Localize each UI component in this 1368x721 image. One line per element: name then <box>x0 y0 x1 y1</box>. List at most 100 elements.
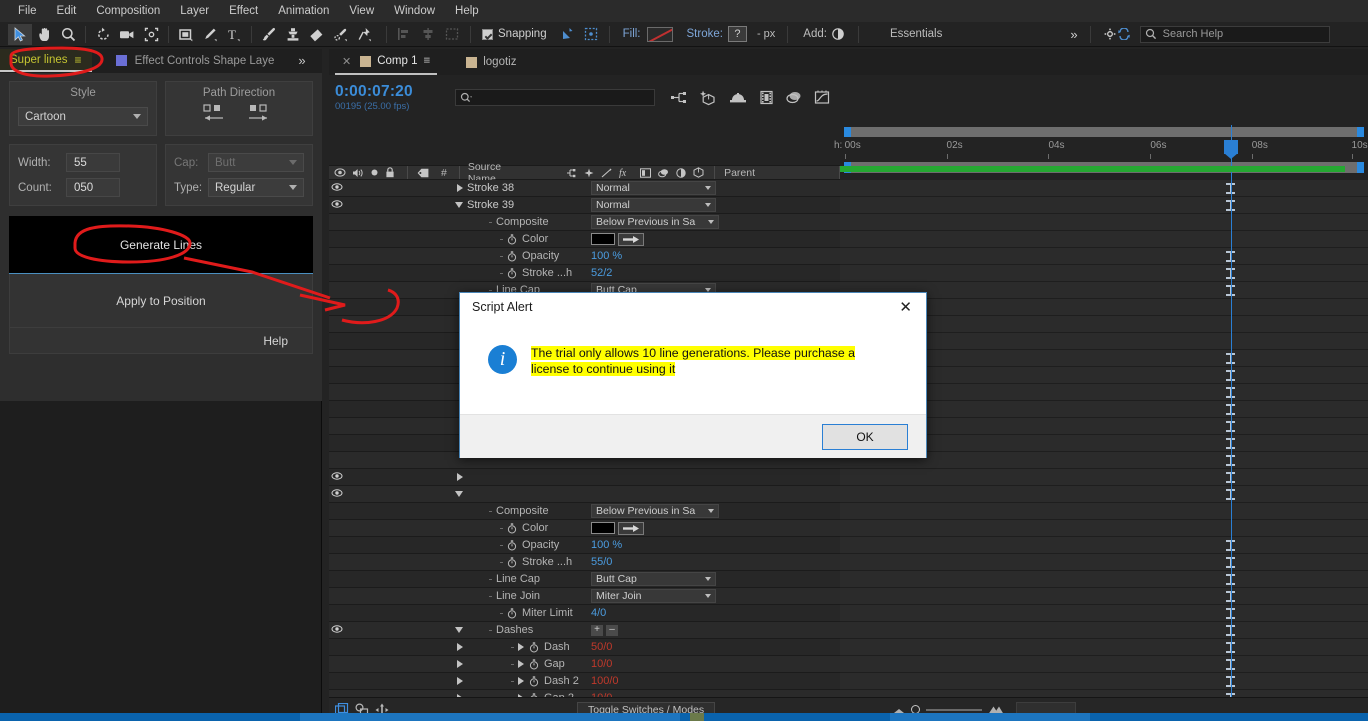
layer-visibility-toggle[interactable] <box>329 199 345 211</box>
layer-visibility-toggle[interactable] <box>329 488 345 500</box>
tab-logotiz[interactable]: logotiz <box>459 50 523 75</box>
timeline-row[interactable]: Dashes + – <box>329 622 840 639</box>
twisty-toggle[interactable] <box>345 491 467 497</box>
property-number-value[interactable]: 55/0 <box>591 556 612 568</box>
chevron-right-icon[interactable] <box>518 677 524 685</box>
eraser-tool[interactable] <box>305 24 329 45</box>
property-value-cell[interactable]: 100 % <box>585 250 840 262</box>
generate-lines-button[interactable]: Generate Lines <box>9 216 313 274</box>
twisty-toggle[interactable] <box>345 660 467 668</box>
layer-visibility-toggle[interactable] <box>329 182 345 194</box>
timeline-row[interactable]: Line Cap Butt Cap <box>329 571 840 588</box>
stopwatch-icon[interactable] <box>507 539 517 551</box>
stopwatch-icon[interactable] <box>507 522 517 534</box>
timeline-row[interactable]: Stroke 38 Normal <box>329 180 840 197</box>
timeline-track-row[interactable] <box>840 571 1368 588</box>
roto-brush-tool[interactable] <box>329 24 353 45</box>
chevron-right-icon[interactable] <box>518 643 524 651</box>
property-dropdown[interactable]: Miter Join <box>591 589 716 603</box>
fill-swatch[interactable] <box>646 26 673 42</box>
timeline-row[interactable]: Opacity 100 % <box>329 248 840 265</box>
snapping-checkbox[interactable] <box>482 28 493 40</box>
twisty-toggle[interactable] <box>345 202 467 208</box>
snap-bounds-icon[interactable] <box>579 24 603 45</box>
timeline-track-row[interactable] <box>840 197 1368 214</box>
stopwatch-icon[interactable] <box>507 556 517 568</box>
timeline-row[interactable]: Composite Below Previous in Sa <box>329 214 840 231</box>
brush-tool[interactable] <box>257 24 281 45</box>
timeline-track-row[interactable] <box>840 248 1368 265</box>
graph-editor-icon[interactable] <box>814 90 830 105</box>
property-dropdown[interactable]: Below Previous in Sa <box>591 504 719 518</box>
stopwatch-icon[interactable] <box>507 267 517 279</box>
pen-tool[interactable] <box>198 24 222 45</box>
search-help-field[interactable]: Search Help <box>1139 25 1330 43</box>
timeline-track-row[interactable] <box>840 214 1368 231</box>
timeline-row[interactable]: Stroke 39 Normal <box>329 197 840 214</box>
clone-stamp-tool[interactable] <box>281 24 305 45</box>
pan-behind-tool[interactable] <box>139 24 163 45</box>
timeline-track-row[interactable] <box>840 503 1368 520</box>
timeline-track-row[interactable] <box>840 231 1368 248</box>
property-value-cell[interactable]: 100 % <box>585 539 840 551</box>
tab-effect-controls[interactable]: Effect Controls Shape Laye <box>106 49 285 72</box>
property-value-cell[interactable]: Miter Join <box>585 589 840 603</box>
chevron-right-icon[interactable] <box>457 184 463 192</box>
property-dropdown[interactable]: Below Previous in Sa <box>591 215 719 229</box>
cap-select[interactable]: Butt <box>208 153 304 172</box>
timeline-row[interactable]: Dash 50/0 <box>329 639 840 656</box>
chevron-right-icon[interactable] <box>518 660 524 668</box>
property-value-cell[interactable]: 10/0 <box>585 658 840 670</box>
twisty-toggle[interactable] <box>345 643 467 651</box>
property-number-value[interactable]: 100/0 <box>591 675 619 687</box>
chevron-down-icon[interactable] <box>455 627 463 633</box>
layer-visibility-toggle[interactable] <box>329 624 345 636</box>
twisty-toggle[interactable] <box>345 184 467 192</box>
3d-layer-switch-icon[interactable] <box>693 167 704 178</box>
frame-blend-switch-icon[interactable] <box>640 167 652 178</box>
help-button[interactable]: Help <box>9 328 313 354</box>
menu-item-file[interactable]: File <box>8 0 47 22</box>
style-select[interactable]: Cartoon <box>18 107 148 126</box>
column-number[interactable]: # <box>441 167 447 179</box>
motion-blur-icon[interactable] <box>729 91 747 105</box>
property-value-cell[interactable]: 55/0 <box>585 556 840 568</box>
property-value-cell[interactable]: Below Previous in Sa <box>585 504 840 518</box>
puppet-pin-tool[interactable] <box>353 24 377 45</box>
chevron-right-icon[interactable] <box>457 660 463 668</box>
zoom-tool[interactable] <box>56 24 80 45</box>
timeline-track-row[interactable] <box>840 622 1368 639</box>
chevron-right-icon[interactable] <box>457 677 463 685</box>
property-number-value[interactable]: 52/2 <box>591 267 612 279</box>
property-value-cell[interactable] <box>585 521 840 535</box>
workspace-label[interactable]: Essentials <box>890 28 942 40</box>
timeline-row[interactable]: Line Join Miter Join <box>329 588 840 605</box>
brainstorm-icon[interactable] <box>759 90 774 105</box>
color-swatch[interactable] <box>591 522 615 534</box>
menu-item-view[interactable]: View <box>339 0 384 22</box>
stroke-swatch[interactable]: ? <box>727 26 747 42</box>
menu-item-composition[interactable]: Composition <box>86 0 170 22</box>
property-dropdown[interactable]: Butt Cap <box>591 572 716 586</box>
chevron-down-icon[interactable] <box>455 491 463 497</box>
lock-icon[interactable] <box>385 167 395 178</box>
twisty-toggle[interactable] <box>345 473 467 481</box>
tab-super-lines[interactable]: Super lines ≡ <box>0 49 92 72</box>
snapping-toggle[interactable]: Snapping <box>482 28 547 40</box>
timeline-track-row[interactable] <box>840 639 1368 656</box>
label-tag-icon[interactable] <box>417 168 429 178</box>
tab-comp-1[interactable]: ✕ Comp 1 ≡ <box>335 50 438 75</box>
property-dropdown[interactable]: Normal <box>591 198 716 212</box>
chevron-down-icon[interactable] <box>455 202 463 208</box>
property-number-value[interactable]: 100 % <box>591 539 622 551</box>
timeline-row[interactable]: Gap 10/0 <box>329 656 840 673</box>
rotation-tool[interactable] <box>91 24 115 45</box>
timeline-track-row[interactable] <box>840 520 1368 537</box>
work-area-start-handle[interactable] <box>844 127 851 137</box>
timeline-row[interactable]: Composite Below Previous in Sa <box>329 503 840 520</box>
timeline-row[interactable]: Color <box>329 520 840 537</box>
property-number-value[interactable]: 4/0 <box>591 607 606 619</box>
twisty-toggle[interactable] <box>345 677 467 685</box>
path-direction-right-icon[interactable] <box>247 103 277 123</box>
remove-dash-button[interactable]: – <box>606 624 618 636</box>
